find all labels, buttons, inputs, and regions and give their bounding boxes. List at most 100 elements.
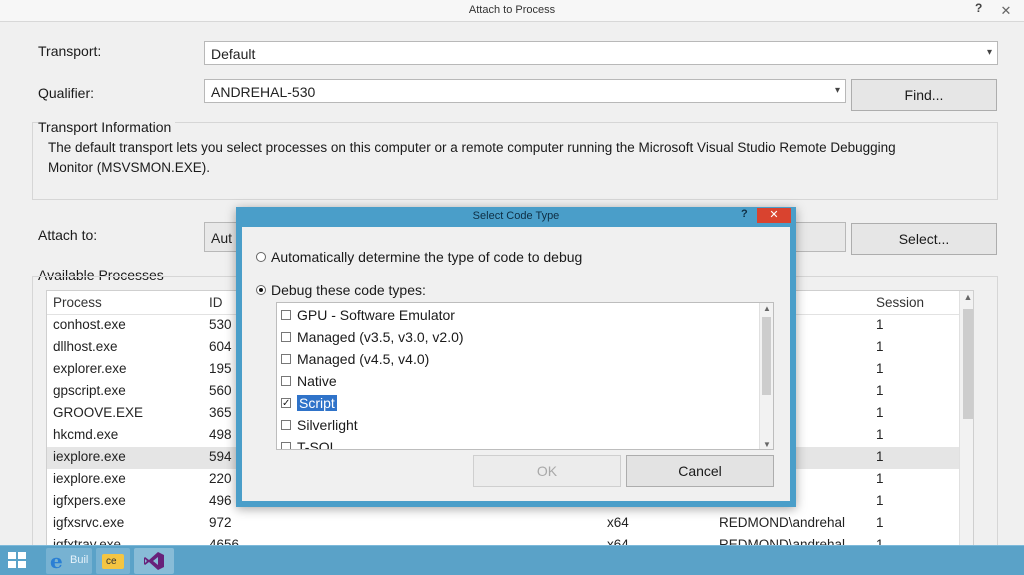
- list-item[interactable]: Managed (v3.5, v3.0, v2.0): [281, 329, 464, 351]
- cell-process: dllhost.exe: [53, 339, 118, 354]
- scrollbar-thumb[interactable]: [963, 309, 973, 419]
- auto-determine-option[interactable]: Automatically determine the type of code…: [256, 249, 582, 265]
- cell-session: 1: [876, 427, 884, 442]
- taskbar-visual-studio[interactable]: [134, 548, 174, 574]
- attach-to-label: Attach to:: [38, 227, 98, 243]
- cell-id: 530: [209, 317, 232, 332]
- code-type-label: Managed (v3.5, v3.0, v2.0): [297, 329, 464, 345]
- cell-session: 1: [876, 383, 884, 398]
- ok-button[interactable]: OK: [473, 455, 621, 487]
- windows-start-icon[interactable]: [8, 552, 28, 570]
- code-type-label: Silverlight: [297, 417, 358, 433]
- debug-these-types-label: Debug these code types:: [271, 282, 426, 298]
- code-type-label: Native: [297, 373, 337, 389]
- cell-id: 498: [209, 427, 232, 442]
- code-type-label: T-SQL: [297, 439, 338, 450]
- checkbox[interactable]: [281, 332, 291, 343]
- close-button[interactable]: ✕: [988, 1, 1024, 21]
- help-button[interactable]: ?: [975, 1, 982, 15]
- list-item[interactable]: GPU - Software Emulator: [281, 307, 455, 329]
- select-button[interactable]: Select...: [851, 223, 997, 255]
- cell-id: 195: [209, 361, 232, 376]
- cell-process: conhost.exe: [53, 317, 126, 332]
- scrollbar-thumb[interactable]: [762, 317, 771, 395]
- taskbar-file-explorer[interactable]: ce: [96, 548, 130, 574]
- transport-combobox[interactable]: Default ▾: [204, 41, 998, 65]
- cell-id: 560: [209, 383, 232, 398]
- cell-process: hkcmd.exe: [53, 427, 119, 442]
- scroll-up-icon[interactable]: ▲: [960, 292, 973, 302]
- dialog-help-button[interactable]: ?: [741, 208, 748, 220]
- list-item[interactable]: T-SQL: [281, 439, 338, 450]
- cell-process: igfxsrvc.exe: [53, 515, 125, 530]
- checkbox[interactable]: ✓: [281, 398, 291, 409]
- dialog-close-button[interactable]: ✕: [757, 208, 791, 223]
- list-item[interactable]: ✓ Script: [281, 395, 337, 417]
- code-type-scrollbar[interactable]: ▲ ▼: [759, 303, 773, 449]
- internet-explorer-icon: e: [50, 549, 63, 573]
- attach-to-value: Aut: [211, 230, 233, 246]
- qualifier-label: Qualifier:: [38, 85, 95, 101]
- radio-button[interactable]: [256, 252, 266, 263]
- code-type-label: Managed (v4.5, v4.0): [297, 351, 430, 367]
- column-header-process[interactable]: Process: [53, 295, 102, 310]
- list-item[interactable]: Native: [281, 373, 337, 395]
- cancel-button[interactable]: Cancel: [626, 455, 774, 487]
- checkbox[interactable]: [281, 310, 291, 321]
- code-type-list[interactable]: GPU - Software Emulator Managed (v3.5, v3…: [276, 302, 774, 450]
- cell-type: x64: [607, 515, 629, 530]
- taskbar-internet-explorer[interactable]: e Buil: [46, 548, 92, 574]
- dialog-title: Select Code Type: [472, 210, 560, 222]
- scroll-up-icon[interactable]: ▲: [760, 304, 773, 313]
- column-header-session[interactable]: Session: [876, 295, 924, 310]
- taskbar-ie-label: Buil: [70, 554, 89, 566]
- qualifier-combobox[interactable]: ANDREHAL-530 ▾: [204, 79, 846, 103]
- cell-id: 972: [209, 515, 232, 530]
- transport-info-text: The default transport lets you select pr…: [48, 138, 988, 178]
- cell-id: 594: [209, 449, 232, 464]
- cell-process: explorer.exe: [53, 361, 127, 376]
- transport-info-line-2: Monitor (MSVSMON.EXE).: [48, 160, 211, 175]
- chevron-down-icon: ▾: [834, 85, 840, 96]
- taskbar-folder-label: ce: [106, 556, 117, 567]
- cell-user: REDMOND\andrehal: [719, 515, 846, 530]
- cell-process: iexplore.exe: [53, 471, 126, 486]
- checkbox[interactable]: [281, 420, 291, 431]
- transport-info-line-1: The default transport lets you select pr…: [48, 140, 896, 155]
- cell-session: 1: [876, 515, 884, 530]
- auto-determine-label: Automatically determine the type of code…: [271, 249, 583, 265]
- list-item[interactable]: Managed (v4.5, v4.0): [281, 351, 429, 373]
- cell-session: 1: [876, 471, 884, 486]
- scroll-down-icon[interactable]: ▼: [760, 440, 773, 449]
- table-row[interactable]: igfxsrvc.exe 972 x64 REDMOND\andrehal 1: [47, 513, 959, 535]
- cell-id: 604: [209, 339, 232, 354]
- checkbox[interactable]: [281, 442, 291, 449]
- column-header-id[interactable]: ID: [209, 295, 223, 310]
- qualifier-value: ANDREHAL-530: [211, 84, 316, 100]
- cell-session: 1: [876, 405, 884, 420]
- cell-session: 1: [876, 339, 884, 354]
- radio-button[interactable]: [256, 285, 266, 296]
- find-button[interactable]: Find...: [851, 79, 997, 111]
- chevron-down-icon: ▾: [986, 47, 992, 58]
- cell-session: 1: [876, 317, 884, 332]
- transport-label: Transport:: [38, 43, 102, 59]
- taskbar: e Buil ce: [0, 545, 1024, 575]
- cell-session: 1: [876, 449, 884, 464]
- checkbox[interactable]: [281, 354, 291, 365]
- cell-process: iexplore.exe: [53, 449, 126, 464]
- visual-studio-icon: [144, 552, 164, 570]
- list-item[interactable]: Silverlight: [281, 417, 358, 439]
- cell-session: 1: [876, 361, 884, 376]
- cell-process: GROOVE.EXE: [53, 405, 144, 420]
- checkbox[interactable]: [281, 376, 291, 387]
- cell-process: gpscript.exe: [53, 383, 126, 398]
- debug-these-types-option[interactable]: Debug these code types:: [256, 282, 426, 298]
- cell-id: 365: [209, 405, 232, 420]
- transport-value: Default: [211, 46, 256, 62]
- process-table-scrollbar[interactable]: ▲: [959, 291, 973, 559]
- cell-process: igfxpers.exe: [53, 493, 126, 508]
- window-titlebar: Attach to Process ? ✕: [0, 0, 1024, 22]
- window-title: Attach to Process: [468, 4, 556, 16]
- cell-id: 496: [209, 493, 232, 508]
